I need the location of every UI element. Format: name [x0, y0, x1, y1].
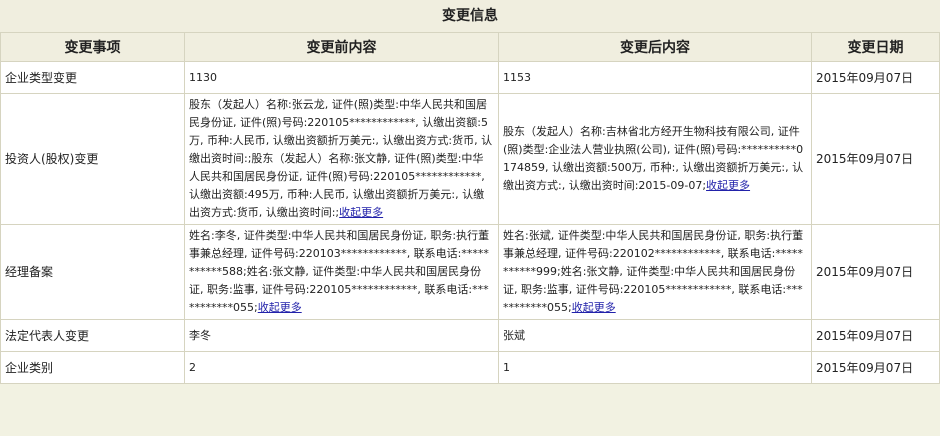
change-date: 2015年09月07日 [811, 351, 940, 384]
after-content: 张斌 [498, 319, 812, 352]
change-date: 2015年09月07日 [811, 61, 940, 94]
change-info-panel: 变更信息 变更事项 变更前内容 变更后内容 变更日期 企业类型变更 1130 1… [0, 0, 940, 436]
after-content: 姓名:张斌, 证件类型:中华人民共和国居民身份证, 职务:执行董事兼总经理, 证… [498, 224, 812, 320]
table-row: 法定代表人变更 李冬 张斌 2015年09月07日 [0, 319, 940, 352]
before-content: 李冬 [184, 319, 499, 352]
before-content: 姓名:李冬, 证件类型:中华人民共和国居民身份证, 职务:执行董事兼总经理, 证… [184, 224, 499, 320]
table-row: 企业类型变更 1130 1153 2015年09月07日 [0, 61, 940, 94]
header-before: 变更前内容 [184, 33, 499, 62]
after-text: 姓名:张斌, 证件类型:中华人民共和国居民身份证, 职务:执行董事兼总经理, 证… [503, 229, 804, 314]
change-item: 法定代表人变更 [0, 319, 185, 352]
after-text: 股东（发起人）名称:吉林省北方经开生物科技有限公司, 证件(照)类型:企业法人营… [503, 125, 804, 192]
change-item: 企业类型变更 [0, 61, 185, 94]
after-content: 1153 [498, 61, 812, 94]
collapse-link[interactable]: 收起更多 [339, 206, 383, 219]
header-item: 变更事项 [0, 33, 185, 62]
header-after: 变更后内容 [498, 33, 812, 62]
table-header-row: 变更事项 变更前内容 变更后内容 变更日期 [0, 33, 940, 62]
table-row: 投资人(股权)变更 股东（发起人）名称:张云龙, 证件(照)类型:中华人民共和国… [0, 93, 940, 225]
change-date: 2015年09月07日 [811, 224, 940, 320]
before-content: 1130 [184, 61, 499, 94]
before-content: 股东（发起人）名称:张云龙, 证件(照)类型:中华人民共和国居民身份证, 证件(… [184, 93, 499, 225]
section-title: 变更信息 [0, 0, 940, 33]
change-date: 2015年09月07日 [811, 319, 940, 352]
before-text: 股东（发起人）名称:张云龙, 证件(照)类型:中华人民共和国居民身份证, 证件(… [189, 98, 493, 219]
before-text: 姓名:李冬, 证件类型:中华人民共和国居民身份证, 职务:执行董事兼总经理, 证… [189, 229, 490, 314]
footer-strip [0, 384, 940, 396]
change-date: 2015年09月07日 [811, 93, 940, 225]
after-content: 股东（发起人）名称:吉林省北方经开生物科技有限公司, 证件(照)类型:企业法人营… [498, 93, 812, 225]
collapse-link[interactable]: 收起更多 [572, 301, 616, 314]
table-row: 企业类别 2 1 2015年09月07日 [0, 351, 940, 384]
table-row: 经理备案 姓名:李冬, 证件类型:中华人民共和国居民身份证, 职务:执行董事兼总… [0, 224, 940, 320]
collapse-link[interactable]: 收起更多 [258, 301, 302, 314]
after-content: 1 [498, 351, 812, 384]
change-table: 变更事项 变更前内容 变更后内容 变更日期 企业类型变更 1130 1153 2… [0, 33, 940, 384]
change-item: 企业类别 [0, 351, 185, 384]
header-date: 变更日期 [811, 33, 940, 62]
change-item: 经理备案 [0, 224, 185, 320]
collapse-link[interactable]: 收起更多 [706, 179, 750, 192]
change-item: 投资人(股权)变更 [0, 93, 185, 225]
before-content: 2 [184, 351, 499, 384]
